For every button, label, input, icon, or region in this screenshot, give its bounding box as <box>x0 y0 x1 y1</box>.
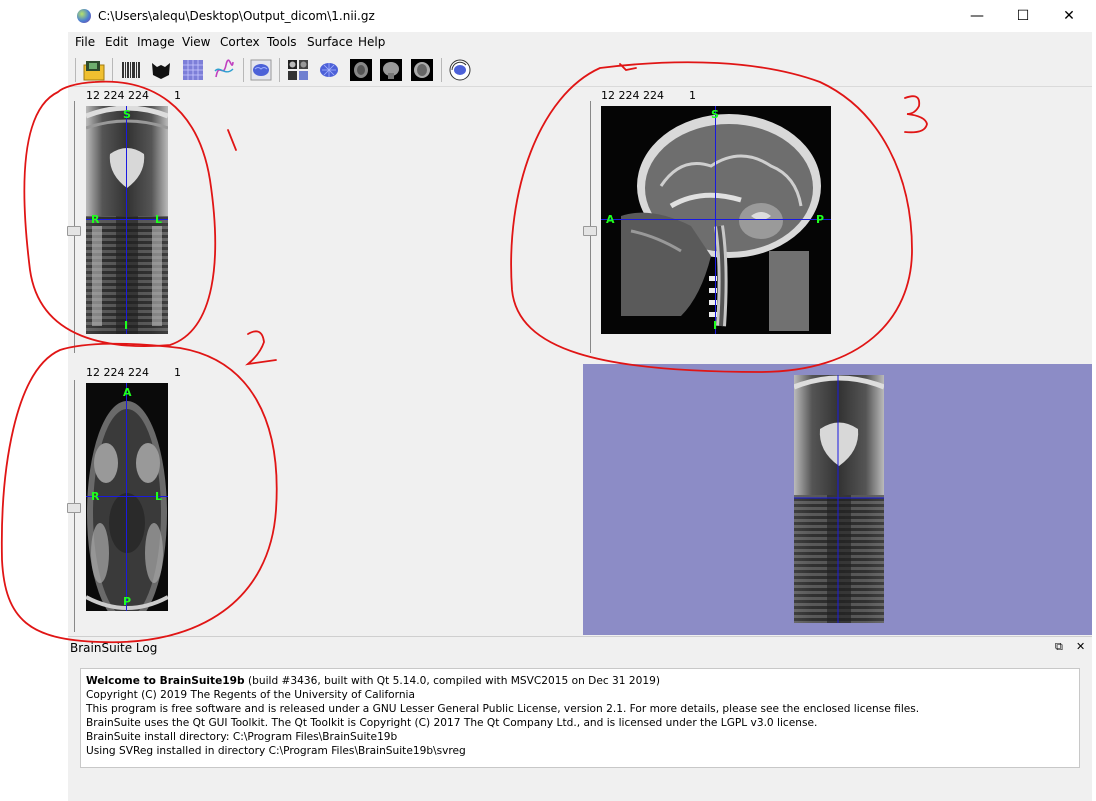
axial-view[interactable]: A R L P <box>86 383 168 611</box>
menu-help[interactable]: Help <box>358 35 385 49</box>
coronal-view-info: 12 224 224 <box>86 89 149 102</box>
menu-image[interactable]: Image <box>137 35 175 49</box>
maximize-button[interactable]: ☐ <box>1000 0 1046 32</box>
orientation-inferior-label: I <box>713 319 718 332</box>
dock-close-button[interactable]: ✕ <box>1076 640 1085 653</box>
brain-surface-icon[interactable] <box>250 59 272 81</box>
coronal-slice-number: 1 <box>174 89 181 102</box>
log-welcome-rest: (build #3436, built with Qt 5.14.0, comp… <box>244 675 660 687</box>
brain-mesh-icon[interactable] <box>318 59 340 81</box>
orientation-left-label: L <box>155 490 163 503</box>
rotate-brain-icon[interactable] <box>449 59 471 81</box>
toolbar-separator <box>243 58 244 82</box>
grid-icon[interactable] <box>182 59 204 81</box>
slice-layout-icon[interactable] <box>287 59 309 81</box>
barcode-icon[interactable] <box>120 59 142 81</box>
sagittal-brain-icon[interactable] <box>411 59 433 81</box>
window-title: C:\Users\alequ\Desktop\Output_dicom\1.ni… <box>98 9 375 23</box>
minimize-button[interactable]: — <box>954 0 1000 32</box>
sagittal-slice-image <box>601 106 831 334</box>
crosshair-vertical <box>715 106 716 334</box>
log-line: Copyright (C) 2019 The Regents of the Un… <box>86 689 415 701</box>
sagittal-slice-number: 1 <box>689 89 696 102</box>
title-bar: C:\Users\alequ\Desktop\Output_dicom\1.ni… <box>68 0 1096 32</box>
log-line: BrainSuite uses the Qt GUI Toolkit. The … <box>86 717 818 729</box>
toolbar-separator <box>112 58 113 82</box>
log-welcome-bold: Welcome to BrainSuite19b <box>86 675 245 687</box>
axial-view-info: 12 224 224 <box>86 366 149 379</box>
menu-bar: File Edit Image View Cortex Tools Surfac… <box>68 32 1092 52</box>
menu-edit[interactable]: Edit <box>105 35 128 49</box>
menu-file[interactable]: File <box>75 35 95 49</box>
curves-icon[interactable] <box>213 59 235 81</box>
orientation-posterior-label: P <box>123 595 132 608</box>
log-line-welcome: Welcome to BrainSuite19b (build #3436, b… <box>81 669 1079 688</box>
crosshair-vertical <box>126 106 127 334</box>
orientation-right-label: R <box>91 213 100 226</box>
sagittal-slider-handle[interactable] <box>583 226 597 236</box>
coronal-slider-handle[interactable] <box>67 226 81 236</box>
sagittal-view-info: 12 224 224 <box>601 89 664 102</box>
toolbar-separator <box>75 58 76 82</box>
dock-float-button[interactable]: ⧉ <box>1055 640 1063 654</box>
toolbar <box>68 52 1092 87</box>
axial-brain-icon[interactable] <box>350 59 372 81</box>
close-button[interactable]: ✕ <box>1046 0 1092 32</box>
log-line: Using SVReg installed in directory C:\Pr… <box>86 745 466 757</box>
orientation-anterior-label: A <box>606 213 615 226</box>
open-volume-icon[interactable] <box>83 59 105 81</box>
mask-icon[interactable] <box>150 59 172 81</box>
orientation-anterior-label: A <box>123 386 132 399</box>
axial-slider-handle[interactable] <box>67 503 81 513</box>
axial-slice-number: 1 <box>174 366 181 379</box>
app-logo-icon <box>77 9 91 23</box>
toolbar-separator <box>279 58 280 82</box>
3d-render-view[interactable] <box>583 364 1092 635</box>
orientation-left-label: L <box>155 213 163 226</box>
menu-cortex[interactable]: Cortex <box>220 35 260 49</box>
log-line: This program is free software and is rel… <box>86 703 920 715</box>
toolbar-separator <box>441 58 442 82</box>
log-dock-title: BrainSuite Log <box>70 641 158 655</box>
dock-divider <box>68 636 1092 637</box>
menu-tools[interactable]: Tools <box>267 35 297 49</box>
orientation-posterior-label: P <box>816 213 825 226</box>
3d-slice-render <box>794 375 884 623</box>
sagittal-view[interactable]: S A P I <box>601 106 831 334</box>
orientation-right-label: R <box>91 490 100 503</box>
orientation-superior-label: S <box>123 108 131 121</box>
log-text-area[interactable]: Welcome to BrainSuite19b (build #3436, b… <box>80 668 1080 768</box>
orientation-inferior-label: I <box>124 319 129 332</box>
coronal-brain-icon[interactable] <box>380 59 402 81</box>
orientation-superior-label: S <box>711 108 719 121</box>
menu-view[interactable]: View <box>182 35 210 49</box>
menu-surface[interactable]: Surface <box>307 35 353 49</box>
log-line: BrainSuite install directory: C:\Program… <box>86 731 398 743</box>
crosshair-horizontal <box>601 219 831 220</box>
coronal-view[interactable]: S R L I <box>86 106 168 334</box>
crosshair-vertical <box>126 383 127 611</box>
